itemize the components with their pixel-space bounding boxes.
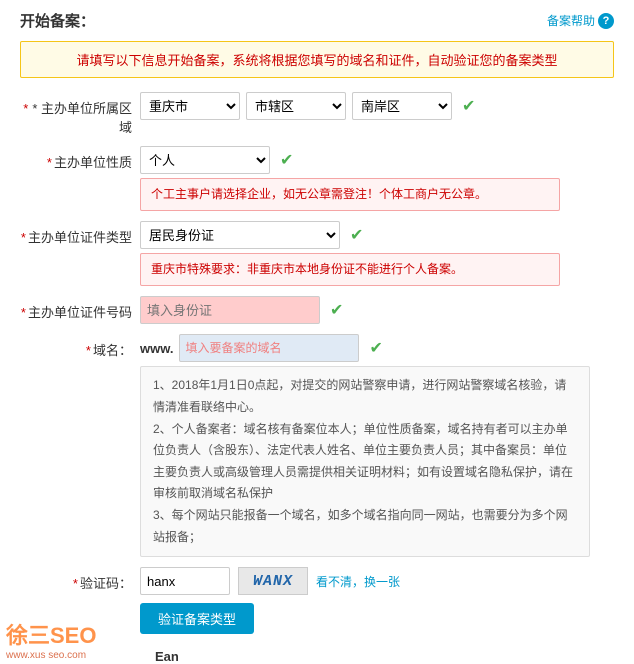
help-link[interactable]: 备案帮助 ? (547, 12, 614, 29)
notes-box: 1、2018年1月1日0点起，对提交的网站警察申请，进行网站警察域名核验，请情清… (140, 366, 590, 557)
cert-type-select[interactable]: 居民身份证 (140, 221, 340, 249)
help-icon: ? (598, 13, 614, 29)
domain-input[interactable] (179, 334, 359, 362)
domain-check-icon: ✔ (369, 338, 382, 358)
detected-ean-text: Ean (155, 649, 179, 664)
note-3: 3、每个网站只能报备一个域名，如多个域名指向同一网站，也需要分为多个网站报备； (153, 505, 577, 548)
page-title: 开始备案： (20, 10, 95, 31)
cert-no-row: *主办单位证件号码 ✔ (20, 296, 614, 324)
www-prefix: www. (140, 341, 173, 356)
city-select[interactable]: 市辖区 (246, 92, 346, 120)
region-content: 重庆市 市辖区 南岸区 ✔ (140, 92, 614, 120)
cert-type-hint: 重庆市特殊要求：非重庆市本地身份证不能进行个人备案。 (140, 253, 560, 286)
nature-select[interactable]: 个人 (140, 146, 270, 174)
form-section: ** 主办单位所属区域 重庆市 市辖区 南岸区 ✔ (20, 92, 614, 634)
province-select[interactable]: 重庆市 (140, 92, 240, 120)
note-1: 1、2018年1月1日0点起，对提交的网站警察申请，进行网站警察域名核验，请情清… (153, 375, 577, 418)
nature-hint: 个工主事户请选择企业，如无公章需登注！个体工商户无公章。 (140, 178, 560, 211)
domain-label: *域名： (20, 334, 140, 359)
cert-no-check-icon: ✔ (330, 300, 343, 320)
note-2: 2、个人备案者：域名核有备案位本人；单位性质备案，域名持有者可以主办单位负责人（… (153, 419, 577, 505)
region-check-icon: ✔ (462, 96, 475, 116)
submit-button[interactable]: 验证备案类型 (140, 603, 254, 634)
cert-type-content: 居民身份证 ✔ 重庆市特殊要求：非重庆市本地身份证不能进行个人备案。 (140, 221, 614, 286)
nature-content: 个人 ✔ 个工主事户请选择企业，如无公章需登注！个体工商户无公章。 (140, 146, 614, 211)
cert-no-label: *主办单位证件号码 (20, 296, 140, 321)
district-select[interactable]: 南岸区 (352, 92, 452, 120)
region-label: ** 主办单位所属区域 (20, 92, 140, 136)
watermark: 徐三SEO www.xus seo.com (0, 614, 140, 664)
region-row: ** 主办单位所属区域 重庆市 市辖区 南岸区 ✔ (20, 92, 614, 136)
captcha-label: *验证码： (20, 567, 140, 592)
watermark-logo: 徐三SEO (6, 618, 96, 650)
notice-banner: 请填写以下信息开始备案，系统将根据您填写的域名和证件，自动验证您的备案类型 (20, 41, 614, 78)
help-link-text: 备案帮助 (547, 12, 595, 29)
captcha-input[interactable] (140, 567, 230, 595)
cert-no-content: ✔ (140, 296, 614, 324)
cert-no-input[interactable] (140, 296, 320, 324)
cert-type-check-icon: ✔ (350, 225, 363, 245)
cert-type-row: *主办单位证件类型 居民身份证 ✔ 重庆市特殊要求：非重庆市本地身份证不能进行个… (20, 221, 614, 286)
captcha-content: WANX 看不清，换一张 验证备案类型 (140, 567, 614, 634)
cert-type-label: *主办单位证件类型 (20, 221, 140, 246)
domain-content: www. 填入要备案的域名 ✔ 1、2018年1月1日0点起，对提交的网站警察申… (140, 334, 614, 557)
captcha-refresh-link[interactable]: 看不清，换一张 (316, 573, 400, 590)
nature-check-icon: ✔ (280, 150, 293, 170)
nature-row: *主办单位性质 个人 ✔ 个工主事户请选择企业，如无公章需登注！个体工商户无公章… (20, 146, 614, 211)
watermark-url: www.xus seo.com (6, 650, 86, 661)
domain-row: *域名： www. 填入要备案的域名 ✔ 1、2018年1月1日0点起，对提交的… (20, 334, 614, 557)
nature-label: *主办单位性质 (20, 146, 140, 171)
captcha-image: WANX (238, 567, 308, 595)
